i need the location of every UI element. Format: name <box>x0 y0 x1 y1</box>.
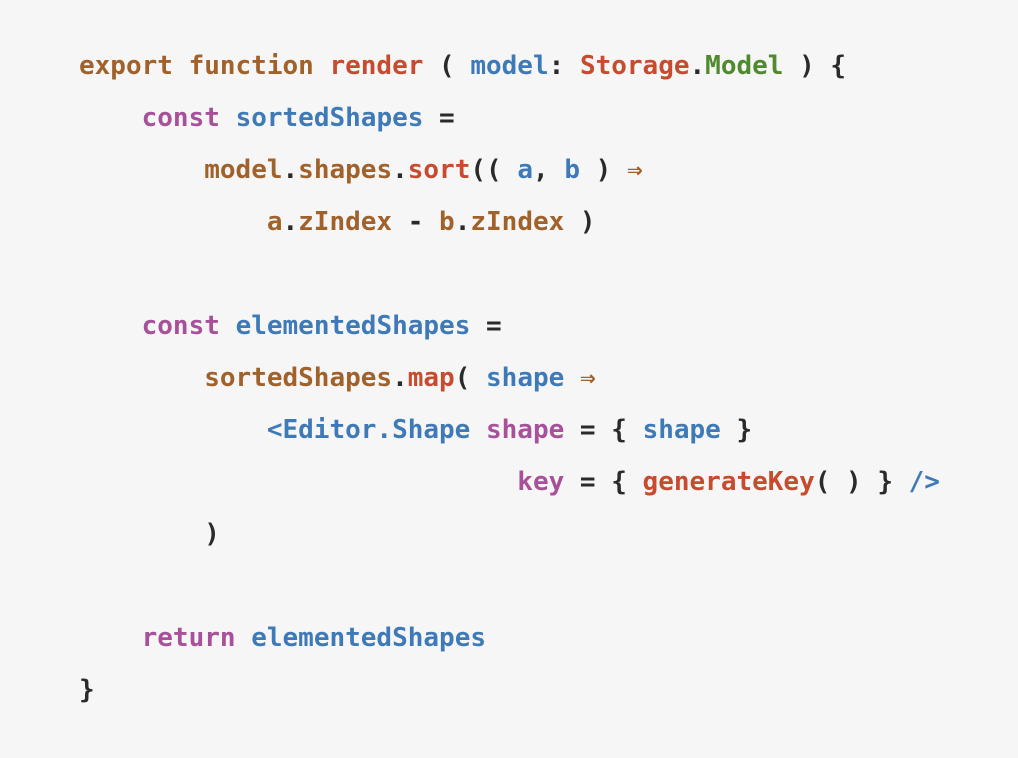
code-token-keyword: const <box>141 103 220 133</box>
code-token-plain: ( <box>454 363 487 393</box>
code-token-plain: ( ) } <box>814 467 909 497</box>
code-line: model.shapes.sort(( a, b ) ⇒ <box>79 150 643 190</box>
code-token-plain: = { <box>564 415 643 445</box>
code-token-method: map <box>407 363 455 393</box>
code-token-plain: : <box>548 51 580 81</box>
code-token-plain: ) <box>564 207 596 237</box>
code-token-plain: . <box>392 155 408 185</box>
code-token-identifier: elementedShapes <box>235 311 471 341</box>
code-token-keyword: return <box>141 623 236 653</box>
code-token-param: shape <box>486 363 565 393</box>
code-token-type: Storage <box>579 51 690 81</box>
code-token-plain: . <box>689 51 706 81</box>
code-token-plain: } <box>720 415 753 445</box>
code-token-plain: . <box>282 155 299 185</box>
code-token-object: model <box>204 155 283 185</box>
code-line: sortedShapes.map( shape ⇒ <box>79 358 596 398</box>
code-token-object: a <box>266 207 283 237</box>
code-token-plain: (( <box>470 155 518 185</box>
code-token-identifier: sortedShapes <box>235 103 424 133</box>
code-token-plain: - <box>392 207 440 237</box>
code-line: key = { generateKey( ) } /> <box>79 462 940 502</box>
code-token-param: shape <box>642 415 721 445</box>
code-token-arrow: ⇒ <box>626 155 643 185</box>
code-token-plain: . <box>392 363 408 393</box>
code-token-method: sort <box>407 155 471 185</box>
code-token-param: b <box>564 155 580 185</box>
code-token-plain: } <box>79 675 95 705</box>
code-snippet-panel: export function render ( model: Storage.… <box>0 0 1018 758</box>
code-token-plain: ) { <box>783 51 847 81</box>
code-token-object: zIndex <box>298 207 393 237</box>
code-token-object: shapes <box>298 155 393 185</box>
code-token-object: b <box>439 207 455 237</box>
code-token-param: model <box>470 51 549 81</box>
code-token-plain: ( <box>423 51 471 81</box>
code-token-attr: shape <box>486 415 565 445</box>
code-token-object: sortedShapes <box>204 363 393 393</box>
code-token-object: zIndex <box>470 207 565 237</box>
code-line: export function render ( model: Storage.… <box>79 46 846 86</box>
code-token-plain: . <box>282 207 299 237</box>
code-token-identifier: elementedShapes <box>251 623 487 653</box>
code-token-plain: ) <box>579 155 627 185</box>
code-token-type-member: Model <box>705 51 784 81</box>
code-token-plain: = <box>470 311 502 341</box>
code-line: ) <box>79 514 220 554</box>
code-line: <Editor.Shape shape = { shape } <box>79 410 752 450</box>
code-token-plain: , <box>533 155 565 185</box>
code-token-plain: = { <box>564 467 643 497</box>
code-line: return elementedShapes <box>79 618 486 658</box>
code-token-tag: <Editor.Shape <box>266 415 471 445</box>
code-token-plain: . <box>454 207 471 237</box>
code-token-keyword: const <box>141 311 220 341</box>
code-token-call: generateKey <box>642 467 815 497</box>
code-token-arrow: ⇒ <box>579 363 596 393</box>
code-line: const elementedShapes = <box>79 306 502 346</box>
code-line: a.zIndex - b.zIndex ) <box>79 202 596 242</box>
code-token-fn-name: render <box>329 51 424 81</box>
code-token-tag: /> <box>908 467 940 497</box>
code-token-plain: ) <box>79 519 220 549</box>
code-token-param: a <box>517 155 533 185</box>
code-token-attr: key <box>517 467 565 497</box>
code-line: } <box>79 670 95 710</box>
code-token-export-function: export function <box>79 51 330 81</box>
code-line: const sortedShapes = <box>79 98 455 138</box>
code-token-plain: = <box>423 103 455 133</box>
